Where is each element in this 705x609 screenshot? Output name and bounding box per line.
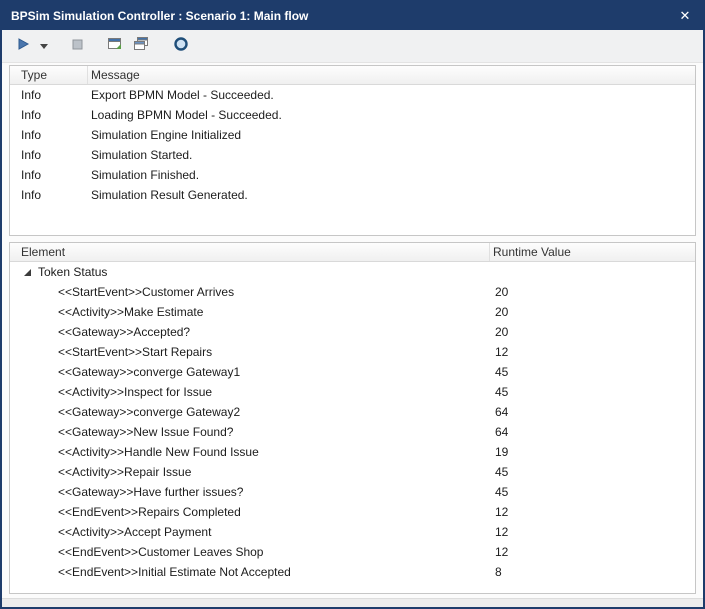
result-row[interactable]: <<EndEvent>>Initial Estimate Not Accepte…: [10, 562, 695, 582]
result-row[interactable]: <<Activity>>Inspect for Issue 45: [10, 382, 695, 402]
element-name: <<Activity>>Handle New Found Issue: [10, 445, 490, 459]
stop-icon: [72, 37, 83, 55]
result-row[interactable]: <<Gateway>>Have further issues? 45: [10, 482, 695, 502]
log-row[interactable]: Info Simulation Engine Initialized: [10, 125, 695, 145]
close-icon: ✕: [680, 8, 691, 24]
element-name: <<Gateway>>New Issue Found?: [10, 425, 490, 439]
play-icon: [16, 37, 30, 56]
element-name: <<EndEvent>>Initial Estimate Not Accepte…: [10, 565, 490, 579]
runtime-value: 12: [490, 545, 695, 559]
element-name: <<EndEvent>>Repairs Completed: [10, 505, 490, 519]
results-panel: Element Runtime Value Token Status <<Sta…: [9, 242, 696, 594]
runtime-value: 64: [490, 425, 695, 439]
result-row[interactable]: <<Gateway>>converge Gateway1 45: [10, 362, 695, 382]
runtime-value: 45: [490, 485, 695, 499]
log-message: Simulation Result Generated.: [88, 188, 695, 202]
column-header-runtime-value[interactable]: Runtime Value: [490, 243, 695, 261]
result-row[interactable]: <<Activity>>Repair Issue 45: [10, 462, 695, 482]
log-panel: Type Message Info Export BPMN Model - Su…: [9, 65, 696, 236]
result-row[interactable]: <<EndEvent>>Customer Leaves Shop 12: [10, 542, 695, 562]
log-header-row: Type Message: [10, 66, 695, 85]
toolbar: [2, 30, 703, 63]
element-name: <<StartEvent>>Start Repairs: [10, 345, 490, 359]
export-model-button[interactable]: [103, 33, 127, 59]
result-row[interactable]: <<StartEvent>>Customer Arrives 20: [10, 282, 695, 302]
log-message: Simulation Engine Initialized: [88, 128, 695, 142]
column-header-message[interactable]: Message: [88, 66, 695, 84]
bottom-strip: [2, 598, 703, 607]
log-row[interactable]: Info Simulation Finished.: [10, 165, 695, 185]
group-label: Token Status: [38, 265, 107, 279]
copy-results-button[interactable]: [129, 33, 153, 59]
runtime-value: 45: [490, 365, 695, 379]
toolbar-separator: [155, 46, 169, 47]
chevron-down-icon: [40, 37, 48, 55]
log-row[interactable]: Info Simulation Result Generated.: [10, 185, 695, 205]
runtime-value: 20: [490, 285, 695, 299]
result-row[interactable]: <<StartEvent>>Start Repairs 12: [10, 342, 695, 362]
log-message: Simulation Started.: [88, 148, 695, 162]
runtime-value: 12: [490, 345, 695, 359]
element-name: <<Gateway>>converge Gateway2: [10, 405, 490, 419]
bpsim-controller-window: BPSim Simulation Controller : Scenario 1…: [0, 0, 705, 609]
toolbar-separator: [54, 46, 68, 47]
close-button[interactable]: ✕: [667, 2, 703, 30]
element-name: <<EndEvent>>Customer Leaves Shop: [10, 545, 490, 559]
log-type: Info: [10, 188, 88, 202]
column-header-type[interactable]: Type: [10, 66, 88, 84]
log-row[interactable]: Info Simulation Started.: [10, 145, 695, 165]
runtime-value: 19: [490, 445, 695, 459]
results-header-row: Element Runtime Value: [10, 243, 695, 262]
target-icon: [173, 36, 189, 57]
run-button[interactable]: [12, 33, 34, 59]
run-options-button[interactable]: [36, 33, 52, 59]
result-row[interactable]: <<Gateway>>converge Gateway2 64: [10, 402, 695, 422]
runtime-value: 45: [490, 465, 695, 479]
runtime-value: 45: [490, 385, 695, 399]
log-type: Info: [10, 108, 88, 122]
log-row[interactable]: Info Loading BPMN Model - Succeeded.: [10, 105, 695, 125]
log-message: Loading BPMN Model - Succeeded.: [88, 108, 695, 122]
element-name: <<Activity>>Accept Payment: [10, 525, 490, 539]
log-message: Export BPMN Model - Succeeded.: [88, 88, 695, 102]
result-row[interactable]: <<Activity>>Make Estimate 20: [10, 302, 695, 322]
column-header-element[interactable]: Element: [10, 243, 490, 261]
window-export-icon: [107, 36, 123, 57]
element-name: <<Activity>>Inspect for Issue: [10, 385, 490, 399]
result-row[interactable]: <<Activity>>Accept Payment 12: [10, 522, 695, 542]
result-row[interactable]: <<Activity>>Handle New Found Issue 19: [10, 442, 695, 462]
log-row[interactable]: Info Export BPMN Model - Succeeded.: [10, 85, 695, 105]
result-row[interactable]: <<Gateway>>Accepted? 20: [10, 322, 695, 342]
log-type: Info: [10, 128, 88, 142]
bpsim-button[interactable]: [169, 33, 193, 59]
element-name: <<Activity>>Make Estimate: [10, 305, 490, 319]
result-row[interactable]: <<EndEvent>>Repairs Completed 12: [10, 502, 695, 522]
runtime-value: 20: [490, 325, 695, 339]
runtime-value: 64: [490, 405, 695, 419]
element-name: <<Gateway>>converge Gateway1: [10, 365, 490, 379]
log-message: Simulation Finished.: [88, 168, 695, 182]
window-title: BPSim Simulation Controller : Scenario 1…: [11, 9, 667, 23]
log-type: Info: [10, 148, 88, 162]
copy-window-icon: [133, 36, 149, 57]
log-type: Info: [10, 88, 88, 102]
stop-button[interactable]: [68, 33, 87, 59]
log-type: Info: [10, 168, 88, 182]
titlebar[interactable]: BPSim Simulation Controller : Scenario 1…: [2, 2, 703, 30]
runtime-value: 12: [490, 505, 695, 519]
runtime-value: 20: [490, 305, 695, 319]
element-name: <<Activity>>Repair Issue: [10, 465, 490, 479]
toolbar-separator: [89, 46, 103, 47]
result-row[interactable]: <<Gateway>>New Issue Found? 64: [10, 422, 695, 442]
runtime-value: 8: [490, 565, 695, 579]
element-name: <<Gateway>>Have further issues?: [10, 485, 490, 499]
runtime-value: 12: [490, 525, 695, 539]
token-status-group-row[interactable]: Token Status: [10, 262, 695, 282]
collapse-triangle-icon[interactable]: [23, 268, 32, 277]
element-name: <<StartEvent>>Customer Arrives: [10, 285, 490, 299]
element-name: <<Gateway>>Accepted?: [10, 325, 490, 339]
